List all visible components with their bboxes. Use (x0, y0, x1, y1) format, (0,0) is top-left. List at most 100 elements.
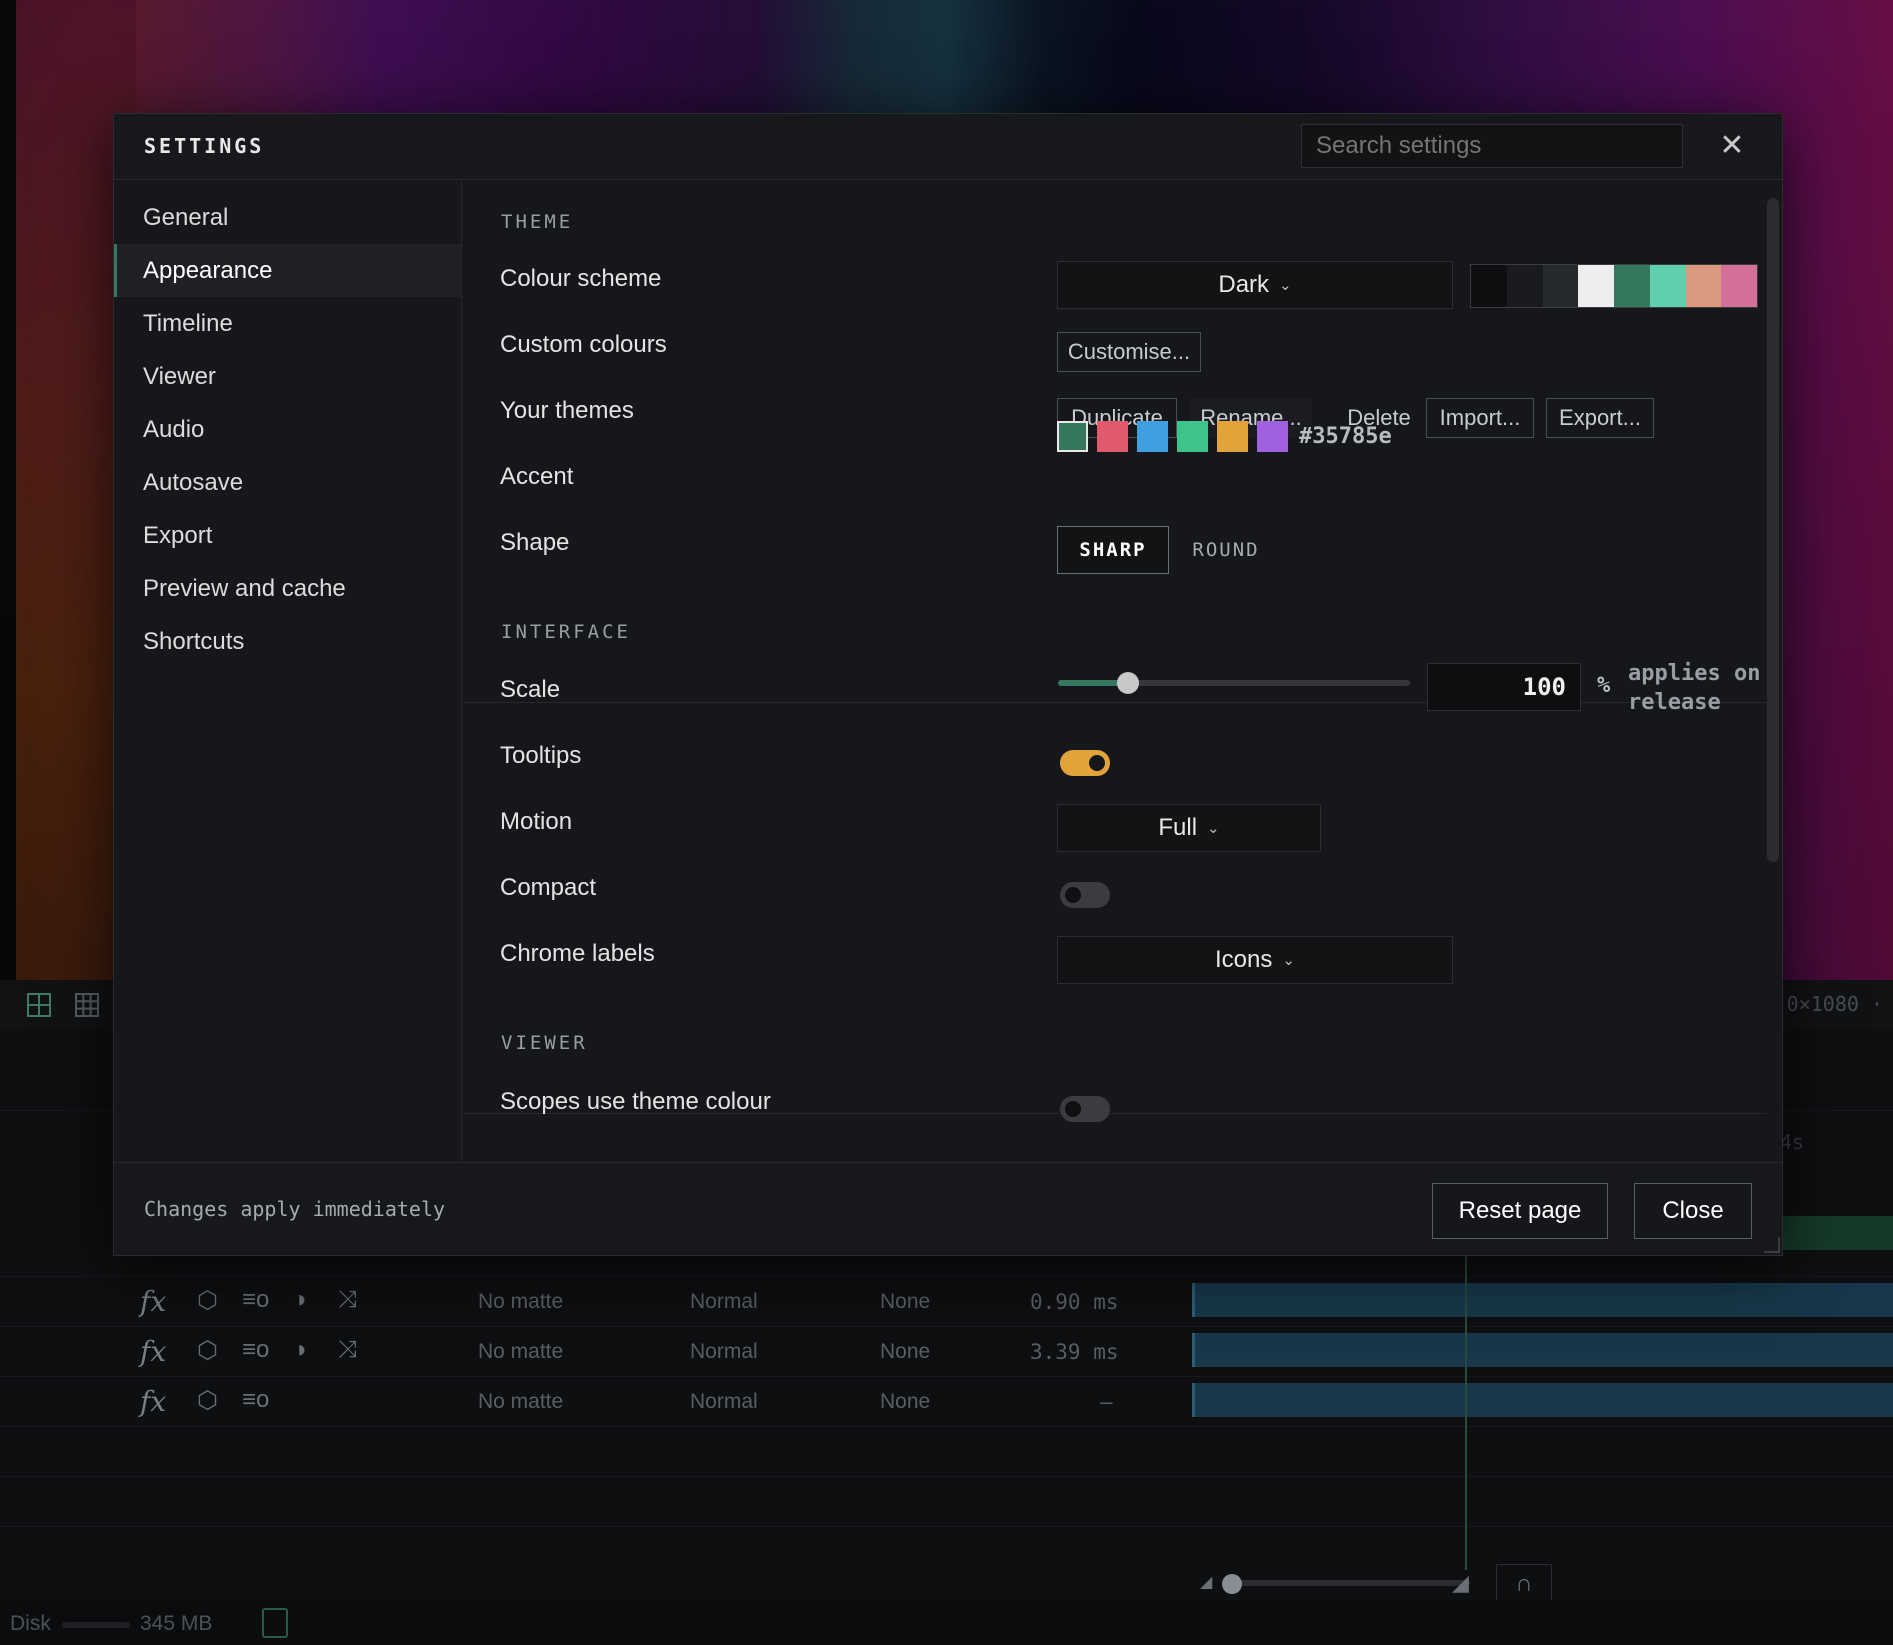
colour-scheme-dropdown[interactable]: Dark ⌄ (1057, 261, 1453, 309)
cube-icon[interactable]: ⬡ (197, 1286, 218, 1315)
contrast-icon[interactable]: ◑ (292, 1336, 307, 1364)
zoom-track[interactable] (1230, 1580, 1470, 1586)
scopes-theme-colour-toggle[interactable] (1060, 1096, 1110, 1122)
motion-dropdown[interactable]: Full ⌄ (1057, 804, 1321, 852)
timeline-zoom-slider[interactable]: ◢ ◢ ∩ (1200, 1564, 1552, 1604)
scale-unit: % (1597, 673, 1611, 698)
matte-dropdown[interactable]: No matte (478, 1390, 563, 1414)
scale-hint: applies on release (1628, 661, 1761, 715)
colour-scheme-value: Dark (1218, 271, 1270, 298)
compact-toggle[interactable] (1060, 882, 1110, 908)
cube-icon[interactable]: ⬡ (197, 1336, 218, 1365)
section-title-viewer: VIEWER (501, 1032, 588, 1054)
table-row[interactable]: fx ⬡ ≡o ◑ ⤨ No matte Normal None 3.39 ms (0, 1326, 1893, 1376)
scheme-swatch (1614, 265, 1650, 307)
resolution-label: 0×1080 · (1786, 992, 1883, 1016)
scheme-swatch (1578, 265, 1614, 307)
close-button[interactable]: Close (1634, 1183, 1752, 1239)
dialog-footer: Changes apply immediately Reset page Clo… (114, 1162, 1782, 1255)
render-time: – (1100, 1390, 1113, 1414)
fx-icon[interactable]: fx (140, 1285, 166, 1318)
track-dropdown[interactable]: None (880, 1390, 930, 1414)
timeline-clip[interactable] (1192, 1383, 1893, 1417)
magnet-icon[interactable]: ∩ (1496, 1564, 1552, 1604)
sidebar-item-export[interactable]: Export (114, 509, 461, 562)
blend-dropdown[interactable]: Normal (690, 1340, 758, 1364)
sidebar-item-timeline[interactable]: Timeline (114, 297, 461, 350)
custom-colours-label: Custom colours (500, 331, 667, 358)
link-icon[interactable]: ≡o (242, 1336, 269, 1364)
shuffle-icon[interactable]: ⤨ (338, 1286, 357, 1314)
shape-sharp-option[interactable]: SHARP (1057, 526, 1169, 574)
table-row[interactable]: fx ⬡ ≡o No matte Normal None – (0, 1376, 1893, 1426)
table-row[interactable]: fx ⬡ ≡o ◑ ⤨ No matte Normal None 0.90 ms (0, 1276, 1893, 1326)
layout-icon[interactable] (26, 992, 52, 1018)
accent-swatch[interactable] (1177, 421, 1208, 452)
content-scrollbar[interactable] (1767, 198, 1779, 862)
scheme-swatch (1685, 265, 1722, 307)
timeline-clip[interactable] (1192, 1283, 1893, 1317)
toggle-knob (1065, 887, 1081, 903)
disk-value: 345 MB (140, 1612, 213, 1635)
scheme-swatch (1721, 265, 1757, 307)
contrast-icon[interactable]: ◑ (292, 1286, 307, 1314)
shape-round-option[interactable]: ROUND (1176, 526, 1276, 574)
accent-swatch[interactable] (1097, 421, 1128, 452)
scale-slider[interactable] (1058, 672, 1410, 694)
matte-dropdown[interactable]: No matte (478, 1340, 563, 1364)
scheme-swatch (1471, 265, 1507, 307)
rename-button[interactable]: Rename... (1190, 398, 1312, 438)
link-icon[interactable]: ≡o (242, 1286, 269, 1314)
cube-icon[interactable]: ⬡ (197, 1386, 218, 1415)
clipboard-icon[interactable] (262, 1608, 288, 1638)
sidebar-item-audio[interactable]: Audio (114, 403, 461, 456)
link-icon[interactable]: ≡o (242, 1386, 269, 1414)
close-icon[interactable]: ✕ (1714, 128, 1750, 164)
shape-label: Shape (500, 529, 570, 556)
scheme-preview-swatches (1470, 264, 1758, 308)
tooltips-label: Tooltips (500, 742, 582, 769)
chrome-labels-dropdown[interactable]: Icons ⌄ (1057, 936, 1453, 984)
dialog-title: SETTINGS (144, 134, 265, 158)
scheme-swatch (1542, 265, 1579, 307)
export-button[interactable]: Export... (1546, 398, 1654, 438)
sidebar-item-autosave[interactable]: Autosave (114, 456, 461, 509)
sidebar-item-general[interactable]: General (114, 191, 461, 244)
search-input[interactable] (1301, 124, 1683, 168)
settings-sidebar: General Appearance Timeline Viewer Audio… (114, 181, 462, 1162)
zoom-in-icon[interactable]: ◢ (1452, 1570, 1469, 1596)
import-button[interactable]: Import... (1426, 398, 1534, 438)
colour-scheme-label: Colour scheme (500, 265, 662, 292)
track-dropdown[interactable]: None (880, 1340, 930, 1364)
accent-swatch[interactable] (1217, 421, 1248, 452)
chevron-down-icon: ⌄ (1207, 819, 1220, 837)
settings-content[interactable]: THEME Colour scheme Dark ⌄ Custom colours… (464, 181, 1767, 1162)
sidebar-item-preview-and-cache[interactable]: Preview and cache (114, 562, 461, 615)
zoom-knob[interactable] (1222, 1574, 1242, 1594)
accent-swatch[interactable] (1057, 421, 1088, 452)
accent-swatch[interactable] (1257, 421, 1288, 452)
scale-value-field[interactable]: 100 (1427, 663, 1581, 711)
sidebar-item-viewer[interactable]: Viewer (114, 350, 461, 403)
fx-icon[interactable]: fx (140, 1335, 166, 1368)
track-dropdown[interactable]: None (880, 1290, 930, 1314)
accent-hex-value: #35785e (1299, 424, 1392, 449)
blend-dropdown[interactable]: Normal (690, 1290, 758, 1314)
fx-icon[interactable]: fx (140, 1385, 166, 1418)
footer-note: Changes apply immediately (144, 1197, 446, 1221)
grid-icon[interactable] (74, 992, 100, 1018)
tooltips-toggle[interactable] (1060, 750, 1110, 776)
blend-dropdown[interactable]: Normal (690, 1390, 758, 1414)
customise-button[interactable]: Customise... (1057, 332, 1201, 372)
accent-swatch[interactable] (1137, 421, 1168, 452)
resize-grip-icon[interactable] (1764, 1237, 1780, 1253)
scheme-swatch (1649, 265, 1686, 307)
timeline-clip[interactable] (1192, 1333, 1893, 1367)
shuffle-icon[interactable]: ⤨ (338, 1336, 357, 1364)
reset-page-button[interactable]: Reset page (1432, 1183, 1608, 1239)
scale-slider-handle[interactable] (1117, 672, 1140, 694)
sidebar-item-shortcuts[interactable]: Shortcuts (114, 615, 461, 668)
sidebar-item-appearance[interactable]: Appearance (114, 244, 461, 297)
zoom-out-icon[interactable]: ◢ (1200, 1572, 1212, 1592)
matte-dropdown[interactable]: No matte (478, 1290, 563, 1314)
